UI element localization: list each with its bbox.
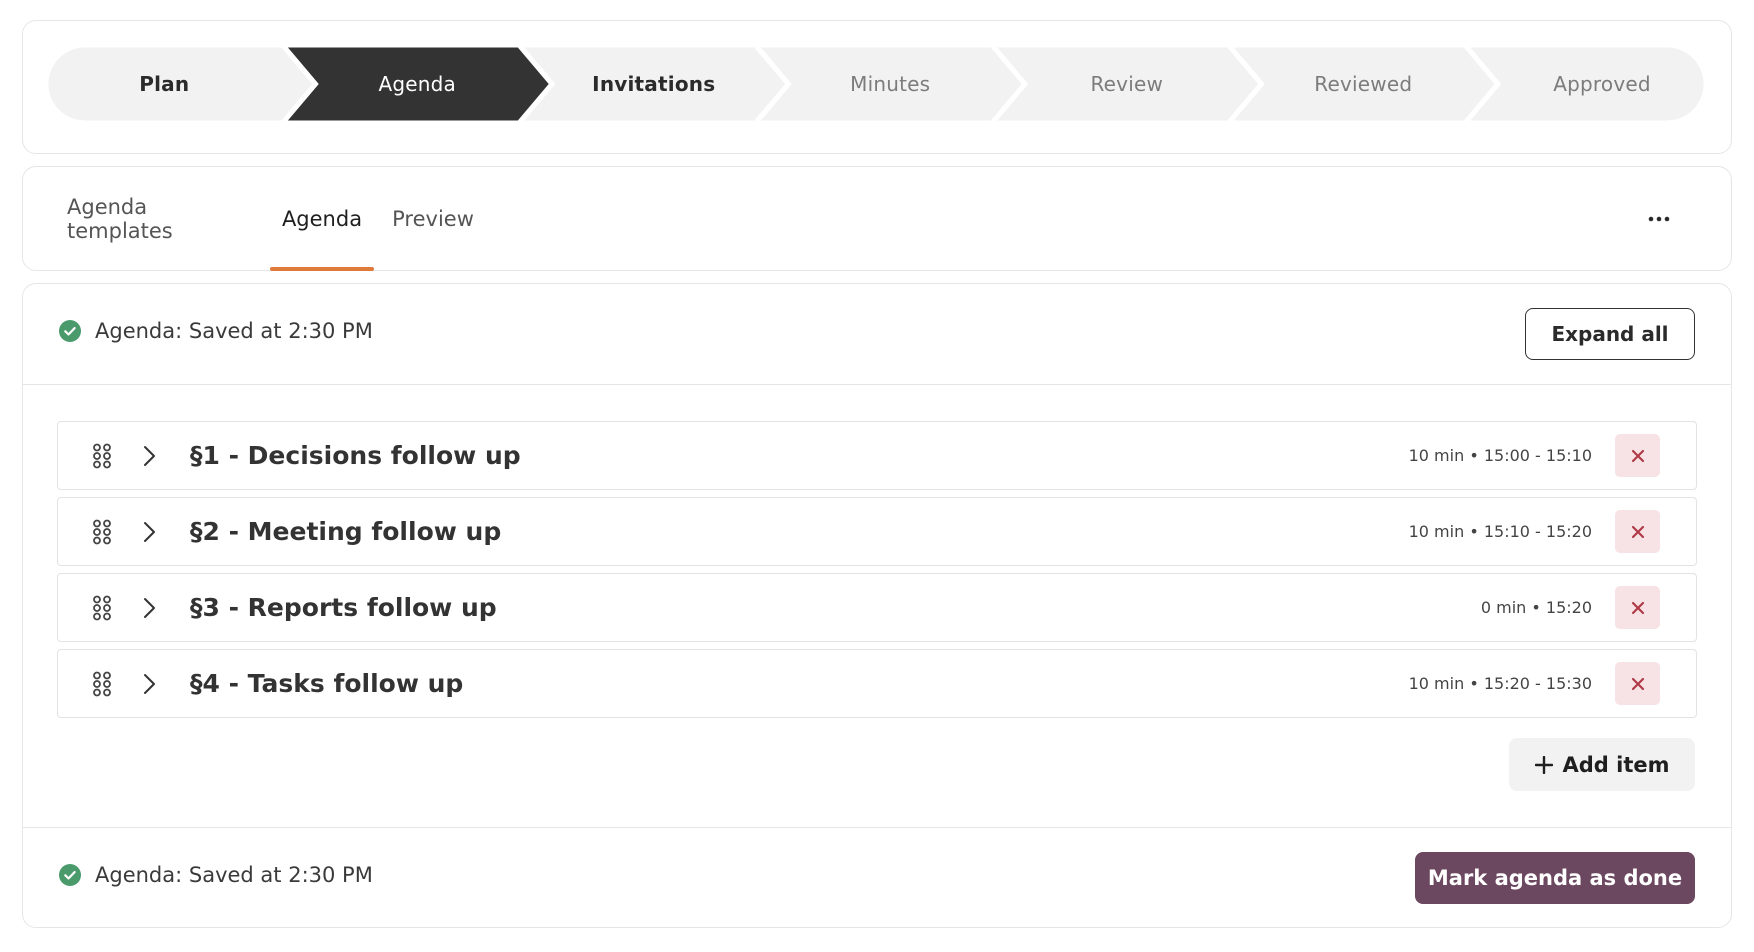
step-reviewed[interactable]: Reviewed (1262, 45, 1466, 123)
drag-handle-icon[interactable] (92, 671, 112, 697)
agenda-editor-card: Agenda: Saved at 2:30 PM Expand all §1 -… (22, 283, 1732, 928)
save-status-top: Agenda: Saved at 2:30 PM (59, 319, 373, 343)
delete-item-button[interactable] (1615, 510, 1660, 553)
save-status-text: Agenda: Saved at 2:30 PM (95, 863, 373, 887)
drag-handle-icon[interactable] (92, 595, 112, 621)
close-icon (1631, 449, 1644, 462)
tab-label: Preview (392, 207, 474, 231)
close-icon (1631, 525, 1644, 538)
drag-handle-icon[interactable] (92, 519, 112, 545)
step-invitations[interactable]: Invitations (552, 45, 756, 123)
tab-label: Agenda (281, 207, 363, 231)
add-item-label: Add item (1562, 752, 1670, 777)
plus-icon (1534, 755, 1553, 774)
step-review[interactable]: Review (1025, 45, 1229, 123)
agenda-item[interactable]: §4 - Tasks follow up 10 min • 15:20 - 15… (57, 649, 1697, 718)
step-agenda[interactable]: Agenda (316, 45, 520, 123)
agenda-item-title[interactable]: §4 - Tasks follow up (190, 650, 463, 717)
workflow-stepper: Plan Agenda Invitations Minutes Review Review… (43, 42, 1709, 126)
check-circle-icon (59, 864, 81, 886)
agenda-item-time: 0 min • 15:20 (1480, 598, 1592, 617)
delete-item-button[interactable] (1615, 434, 1660, 477)
tab-agenda-templates[interactable]: Agenda templates (67, 167, 247, 271)
agenda-item[interactable]: §3 - Reports follow up 0 min • 15:20 (57, 573, 1697, 642)
chevron-right-icon[interactable] (138, 672, 160, 696)
agenda-item-list: §1 - Decisions follow up 10 min • 15:00 … (57, 421, 1697, 725)
more-options-button[interactable] (1639, 205, 1679, 233)
delete-item-button[interactable] (1615, 662, 1660, 705)
step-minutes[interactable]: Minutes (789, 45, 993, 123)
close-icon (1631, 677, 1644, 690)
workflow-stepper-card: Plan Agenda Invitations Minutes Review Review… (22, 20, 1732, 154)
agenda-tabs-card: Agenda templates Agenda Preview (22, 166, 1732, 271)
mark-agenda-done-button[interactable]: Mark agenda as done (1415, 852, 1695, 904)
agenda-item-time: 10 min • 15:10 - 15:20 (1408, 522, 1592, 541)
tab-agenda[interactable]: Agenda (270, 167, 374, 271)
divider (23, 384, 1731, 385)
divider (23, 827, 1731, 828)
check-circle-icon (59, 320, 81, 342)
step-plan[interactable]: Plan (46, 45, 283, 123)
tab-preview[interactable]: Preview (389, 167, 477, 271)
delete-item-button[interactable] (1615, 586, 1660, 629)
agenda-item[interactable]: §1 - Decisions follow up 10 min • 15:00 … (57, 421, 1697, 490)
active-tab-indicator (270, 267, 374, 271)
add-item-button[interactable]: Add item (1509, 738, 1695, 791)
chevron-right-icon[interactable] (138, 596, 160, 620)
chevron-right-icon[interactable] (138, 444, 160, 468)
close-icon (1631, 601, 1644, 614)
more-horizontal-icon (1648, 216, 1670, 222)
agenda-item-title[interactable]: §3 - Reports follow up (190, 574, 497, 641)
save-status-bottom: Agenda: Saved at 2:30 PM (59, 863, 373, 887)
chevron-right-icon[interactable] (138, 520, 160, 544)
tab-label: Agenda templates (67, 195, 173, 243)
step-approved[interactable]: Approved (1498, 45, 1706, 123)
agenda-item-time: 10 min • 15:20 - 15:30 (1408, 674, 1592, 693)
agenda-item-title[interactable]: §1 - Decisions follow up (190, 422, 521, 489)
drag-handle-icon[interactable] (92, 443, 112, 469)
expand-all-button[interactable]: Expand all (1525, 308, 1695, 360)
agenda-item-time: 10 min • 15:00 - 15:10 (1408, 446, 1592, 465)
agenda-item[interactable]: §2 - Meeting follow up 10 min • 15:10 - … (57, 497, 1697, 566)
agenda-item-title[interactable]: §2 - Meeting follow up (190, 498, 501, 565)
save-status-text: Agenda: Saved at 2:30 PM (95, 319, 373, 343)
